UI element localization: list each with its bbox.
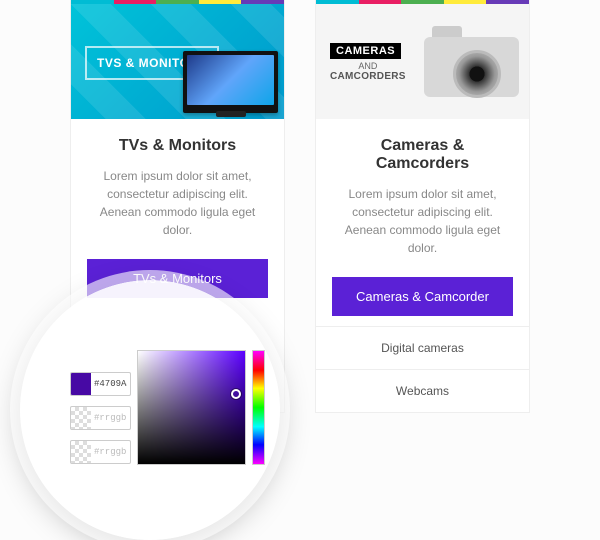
color-picker (70, 350, 265, 485)
hex-input-primary[interactable] (91, 379, 130, 389)
hue-slider[interactable] (252, 350, 265, 465)
sv-cursor-icon (231, 389, 241, 399)
hero-label-mid: AND (330, 61, 406, 71)
color-input-secondary[interactable] (70, 406, 131, 430)
category-button-cameras[interactable]: Cameras & Camcorder (332, 277, 513, 316)
link-webcams[interactable]: Webcams (316, 370, 529, 412)
card-title: Cameras & Camcorders (332, 137, 513, 173)
hero-image-tv: TVS & MONITORS (71, 4, 284, 119)
swatch-empty-icon (71, 407, 91, 429)
sub-links: Digital cameras Webcams (316, 326, 529, 412)
card-title: TVs & Monitors (87, 137, 268, 155)
swatch-empty-icon (71, 441, 91, 463)
tv-illustration (183, 51, 278, 113)
card-description: Lorem ipsum dolor sit amet, consectetur … (87, 167, 268, 239)
hex-input-secondary[interactable] (91, 413, 130, 423)
category-button-tvs[interactable]: TVs & Monitors (87, 259, 268, 298)
link-digital-cameras[interactable]: Digital cameras (316, 327, 529, 370)
hero-label-bot: CAMCORDERS (330, 71, 406, 82)
category-card-cameras: CAMERAS AND CAMCORDERS Cameras & Camcord… (315, 0, 530, 413)
hex-input-tertiary[interactable] (91, 447, 130, 457)
camera-illustration (424, 22, 519, 97)
hero-image-camera: CAMERAS AND CAMCORDERS (316, 4, 529, 119)
swatch-icon (71, 373, 91, 395)
card-description: Lorem ipsum dolor sit amet, consectetur … (332, 185, 513, 257)
saturation-value-panel[interactable] (137, 350, 245, 465)
hero-label-top: CAMERAS (330, 43, 401, 59)
color-input-primary[interactable] (70, 372, 131, 396)
color-input-tertiary[interactable] (70, 440, 131, 464)
